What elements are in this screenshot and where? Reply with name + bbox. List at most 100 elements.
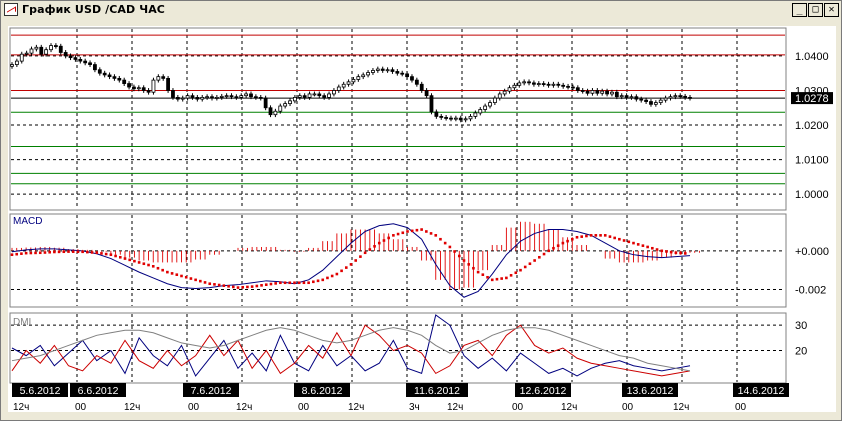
macd-signal-dot [420, 228, 423, 231]
macd-signal-dot [95, 251, 99, 255]
macd-signal-dot [538, 255, 541, 259]
macd-signal-dot [434, 234, 438, 237]
price-candle-body [683, 95, 688, 98]
price-candle-body [195, 96, 200, 100]
macd-signal-dot [189, 277, 193, 280]
price-candle-body [571, 86, 575, 89]
price-candle-body [127, 83, 131, 88]
macd-signal-dot [241, 285, 245, 289]
price-candle-body [366, 72, 370, 76]
macd-signal-dot [486, 275, 489, 279]
hour-tick-label: 00 [298, 402, 310, 413]
macd-signal-dot [53, 250, 56, 254]
price-candle-body [283, 103, 288, 107]
macd-signal-dot [231, 285, 235, 289]
macd-signal-dot [349, 263, 353, 266]
chart-canvas: 1.04001.03001.02001.01001.0000 1.0278 +0… [8, 26, 836, 413]
macd-signal-dot [335, 272, 339, 276]
macd-signal-dot [123, 257, 127, 260]
price-candle-body [175, 96, 180, 100]
macd-signal-dot [528, 262, 532, 266]
price-candle-body [156, 76, 161, 81]
hour-tick-label: 12ч [561, 402, 577, 413]
macd-signal-dot [227, 284, 230, 288]
price-candle-body [449, 117, 453, 120]
price-candle-body [566, 85, 570, 88]
price-candle-body [229, 95, 234, 98]
price-candle-body [605, 90, 609, 95]
price-candle-body [434, 111, 439, 117]
macd-signal-dot [462, 259, 466, 262]
price-candle-body [502, 90, 507, 95]
price-candle-body [249, 93, 253, 98]
macd-signal-dot [674, 251, 678, 255]
macd-signal-dot [321, 278, 325, 282]
price-candle-body [190, 95, 195, 98]
macd-signal-dot [208, 282, 212, 286]
price-candle-body [595, 90, 600, 94]
macd-signal-dot [340, 269, 343, 273]
macd-signal-dot [288, 281, 292, 285]
macd-signal-dot [552, 246, 555, 250]
macd-signal-dot [660, 249, 664, 253]
macd-signal-dot [443, 241, 447, 245]
price-candle-body [649, 101, 653, 105]
price-candle-body [185, 95, 190, 99]
macd-signal-dot [128, 258, 132, 262]
price-candle-body [224, 95, 229, 98]
macd-signal-dot [495, 277, 499, 281]
date-tag-label: 13.6.2012 [627, 385, 674, 397]
price-candle-body [102, 72, 107, 76]
macd-signal-dot [86, 250, 89, 254]
price-candle-body [68, 55, 73, 59]
price-candle-body [624, 95, 629, 98]
price-candle-body [200, 96, 205, 100]
macd-signal-dot [665, 250, 668, 253]
macd-signal-dot [283, 281, 287, 285]
macd-signal-dot [448, 245, 452, 249]
macd-signal-dot [118, 255, 122, 259]
price-candle-body [385, 69, 390, 72]
macd-signal-dot [24, 251, 28, 255]
price-candle-body [317, 93, 322, 97]
macd-signal-dot [377, 241, 381, 245]
price-candle-body [93, 64, 97, 71]
price-candle-body [278, 105, 283, 112]
price-candle-body [673, 95, 678, 98]
macd-signal-dot [570, 237, 574, 241]
price-candle-body [453, 117, 458, 120]
macd-tick-label: -0.002 [795, 285, 826, 297]
date-tag-label: 14.6.2012 [738, 385, 785, 397]
price-candle-body [234, 96, 239, 99]
macd-signal-dot [156, 266, 160, 270]
macd-signal-dot [373, 245, 376, 248]
macd-signal-dot [250, 285, 254, 288]
macd-signal-dot [43, 251, 47, 254]
macd-signal-dot [481, 273, 485, 276]
date-tag-label: 5.6.2012 [20, 385, 61, 397]
price-candle-body [532, 82, 536, 85]
price-candle-body [253, 96, 258, 99]
macd-signal-dot [556, 244, 560, 247]
price-candle-body [239, 95, 244, 98]
price-candle-body [561, 84, 566, 87]
price-candle-body [414, 79, 419, 85]
macd-signal-dot [38, 251, 42, 255]
price-candle-body [410, 76, 414, 81]
macd-signal-dot [533, 259, 536, 262]
hour-tick-label: 12ч [236, 402, 252, 413]
price-candle-body [136, 87, 141, 90]
price-candle-body [517, 82, 522, 86]
macd-signal-dot [264, 283, 268, 286]
macd-signal-dot [490, 278, 494, 282]
price-candle-body [258, 96, 263, 99]
price-candle-body [293, 96, 297, 102]
price-candle-body [346, 81, 351, 85]
macd-signal-dot [683, 252, 687, 255]
hour-tick-label: 00 [75, 402, 87, 413]
macd-signal-dot [472, 266, 475, 270]
price-candle-body [112, 76, 117, 79]
macd-signal-dot [425, 230, 428, 233]
macd-signal-dot [523, 265, 527, 269]
price-candle-body [97, 69, 102, 74]
